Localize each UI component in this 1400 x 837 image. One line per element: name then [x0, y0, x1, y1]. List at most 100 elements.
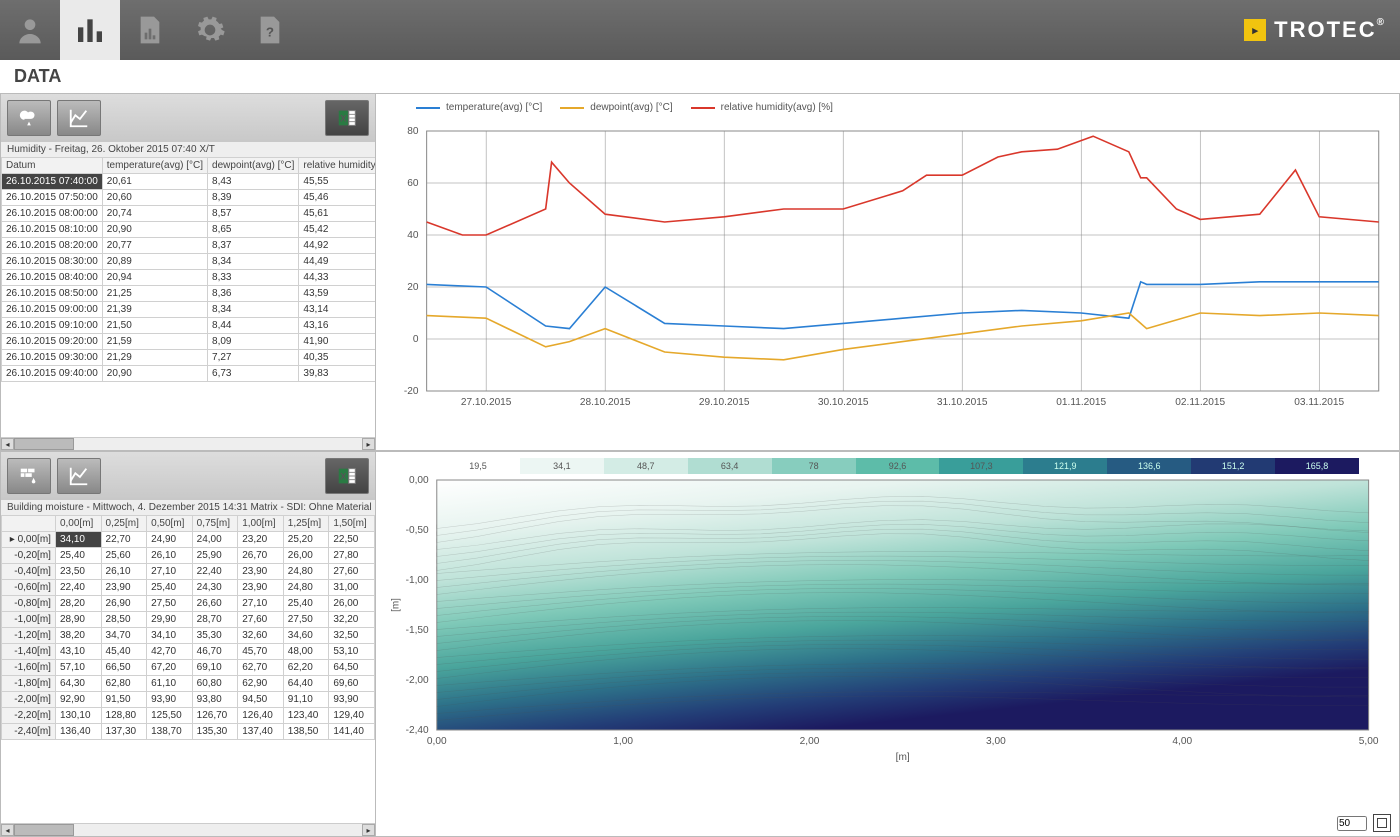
report-icon	[134, 14, 166, 46]
table-row[interactable]: -2,20[m]130,10128,80125,50126,70126,4012…	[2, 708, 375, 724]
table-row[interactable]: 26.10.2015 07:50:0020,608,3945,46	[2, 190, 376, 206]
moisture-table: 0,00[m]0,25[m]0,50[m]0,75[m]1,00[m]1,25[…	[1, 515, 375, 740]
svg-text:29.10.2015: 29.10.2015	[699, 397, 750, 408]
svg-text:-2,40: -2,40	[406, 725, 429, 736]
legend-item[interactable]: dewpoint(avg) [°C]	[560, 102, 672, 113]
table-header[interactable]: 0,00[m]	[55, 516, 101, 532]
svg-text:0: 0	[413, 334, 419, 345]
colorbar-segment: 34,1	[520, 458, 604, 474]
table-row[interactable]: 26.10.2015 08:30:0020,898,3444,49	[2, 254, 376, 270]
svg-text:[m]: [m]	[390, 598, 401, 612]
table-row[interactable]: 26.10.2015 08:00:0020,748,5745,61	[2, 206, 376, 222]
page-title: DATA	[0, 60, 1400, 93]
table-row[interactable]: 26.10.2015 09:30:0021,297,2740,35	[2, 350, 376, 366]
table-row[interactable]: -2,40[m]136,40137,30138,70135,30137,4013…	[2, 724, 375, 740]
brand-logo: ▸ TROTEC®	[1244, 17, 1386, 43]
table-row[interactable]: -1,20[m]38,2034,7034,1035,3032,6034,6032…	[2, 628, 375, 644]
colorbar-segment: 48,7	[604, 458, 688, 474]
table-header[interactable]: 1,50[m]	[329, 516, 375, 532]
table-row[interactable]: -1,80[m]64,3062,8061,1060,8062,9064,4069…	[2, 676, 375, 692]
table-header[interactable]: relative humidity(avg) [%]	[299, 158, 375, 174]
table-row[interactable]: 26.10.2015 07:40:0020,618,4345,55	[2, 174, 376, 190]
table-row[interactable]: 26.10.2015 09:20:0021,598,0941,90	[2, 334, 376, 350]
wall-drop-icon	[16, 465, 42, 487]
heatmap-panel: 19,534,148,763,47892,6107,3121,9136,6151…	[376, 451, 1400, 837]
table-header[interactable]: 1,00[m]	[238, 516, 284, 532]
table-row[interactable]: 26.10.2015 08:20:0020,778,3744,92	[2, 238, 376, 254]
legend-item[interactable]: temperature(avg) [°C]	[416, 102, 542, 113]
tab-data[interactable]	[60, 0, 120, 60]
table-row[interactable]: -2,00[m]92,9091,5093,9093,8094,5091,1093…	[2, 692, 375, 708]
table-row[interactable]: -0,60[m]22,4023,9025,4024,3023,9024,8031…	[2, 580, 375, 596]
svg-text:01.11.2015: 01.11.2015	[1056, 397, 1106, 408]
colorbar-segment: 121,9	[1023, 458, 1107, 474]
heatmap-controls	[1337, 814, 1391, 832]
barchart-icon	[74, 14, 106, 46]
table-row[interactable]: -0,40[m]23,5026,1027,1022,4023,9024,8027…	[2, 564, 375, 580]
table-row[interactable]: -1,40[m]43,1045,4042,7046,7045,7048,0053…	[2, 644, 375, 660]
table-row[interactable]: 26.10.2015 09:00:0021,398,3443,14	[2, 302, 376, 318]
legend-item[interactable]: relative humidity(avg) [%]	[691, 102, 833, 113]
table-row[interactable]: 26.10.2015 09:40:0020,906,7339,83	[2, 366, 376, 382]
moisture-chart-button[interactable]	[57, 458, 101, 494]
humidity-table-scroll[interactable]: Datumtemperature(avg) [°C]dewpoint(avg) …	[1, 157, 375, 437]
moisture-table-scroll[interactable]: 0,00[m]0,25[m]0,50[m]0,75[m]1,00[m]1,25[…	[1, 515, 375, 823]
colorbar-segment: 107,3	[939, 458, 1023, 474]
colorbar-segment: 78	[772, 458, 856, 474]
svg-text:-20: -20	[404, 386, 419, 397]
svg-text:40: 40	[407, 230, 419, 241]
humidity-data-button[interactable]	[7, 100, 51, 136]
table-row[interactable]: 26.10.2015 08:50:0021,258,3643,59	[2, 286, 376, 302]
svg-text:27.10.2015: 27.10.2015	[461, 397, 512, 408]
table-header[interactable]: 0,75[m]	[192, 516, 238, 532]
svg-text:[m]: [m]	[896, 752, 910, 763]
moisture-data-button[interactable]	[7, 458, 51, 494]
table-row[interactable]: -0,20[m]25,4025,6026,1025,9026,7026,0027…	[2, 548, 375, 564]
linechart-icon	[66, 465, 92, 487]
tab-help[interactable]: ?	[240, 0, 300, 60]
cloud-drop-icon	[16, 107, 42, 129]
table-header[interactable]: dewpoint(avg) [°C]	[208, 158, 299, 174]
table-header[interactable]: 0,50[m]	[147, 516, 193, 532]
tab-user[interactable]	[0, 0, 60, 60]
excel-icon: X	[334, 465, 360, 487]
fullscreen-button[interactable]	[1373, 814, 1391, 832]
table-header[interactable]: Datum	[2, 158, 103, 174]
help-icon: ?	[254, 14, 286, 46]
export-excel-button[interactable]: X	[325, 100, 369, 136]
humidity-table: Datumtemperature(avg) [°C]dewpoint(avg) …	[1, 157, 375, 382]
moisture-hscrollbar[interactable]: ◂▸	[1, 823, 375, 836]
svg-text:5,00: 5,00	[1359, 736, 1379, 747]
svg-text:20: 20	[407, 282, 419, 293]
main-toolbar: ? ▸ TROTEC®	[0, 0, 1400, 60]
table-header[interactable]: 0,25[m]	[101, 516, 147, 532]
table-row[interactable]: ▸ 0,00[m]34,1022,7024,9024,0023,2025,202…	[2, 532, 375, 548]
svg-text:0,00: 0,00	[427, 736, 447, 747]
line-chart: -2002040608027.10.201528.10.201529.10.20…	[376, 121, 1399, 421]
svg-text:X: X	[340, 472, 347, 482]
table-row[interactable]: -1,60[m]57,1066,5067,2069,1062,7062,2064…	[2, 660, 375, 676]
svg-text:-2,00: -2,00	[406, 675, 429, 686]
heatmap-level-input[interactable]	[1337, 816, 1367, 831]
moisture-panel: X Building moisture - Mittwoch, 4. Dezem…	[0, 451, 376, 837]
table-header[interactable]: temperature(avg) [°C]	[102, 158, 207, 174]
tab-report[interactable]	[120, 0, 180, 60]
heatmap-chart: 0,00-0,50-1,00-1,50-2,00-2,400,001,002,0…	[376, 476, 1399, 786]
table-row[interactable]: -1,00[m]28,9028,5029,9028,7027,6027,5032…	[2, 612, 375, 628]
humidity-chart-button[interactable]	[57, 100, 101, 136]
brand-arrow-icon: ▸	[1244, 19, 1266, 41]
svg-text:30.10.2015: 30.10.2015	[818, 397, 869, 408]
svg-text:2,00: 2,00	[800, 736, 820, 747]
table-row[interactable]: 26.10.2015 08:40:0020,948,3344,33	[2, 270, 376, 286]
table-row[interactable]: 26.10.2015 09:10:0021,508,4443,16	[2, 318, 376, 334]
chart-legend: temperature(avg) [°C] dewpoint(avg) [°C] r…	[376, 94, 1399, 121]
table-header[interactable]: 1,25[m]	[283, 516, 329, 532]
tab-settings[interactable]	[180, 0, 240, 60]
table-row[interactable]: -0,80[m]28,2026,9027,5026,6027,1025,4026…	[2, 596, 375, 612]
svg-text:0,00: 0,00	[409, 476, 429, 486]
export-excel-button-2[interactable]: X	[325, 458, 369, 494]
table-row[interactable]: 26.10.2015 08:10:0020,908,6545,42	[2, 222, 376, 238]
colorbar-segment: 19,5	[436, 458, 520, 474]
moisture-panel-toolbar: X	[1, 452, 375, 500]
humidity-hscrollbar[interactable]: ◂▸	[1, 437, 375, 450]
